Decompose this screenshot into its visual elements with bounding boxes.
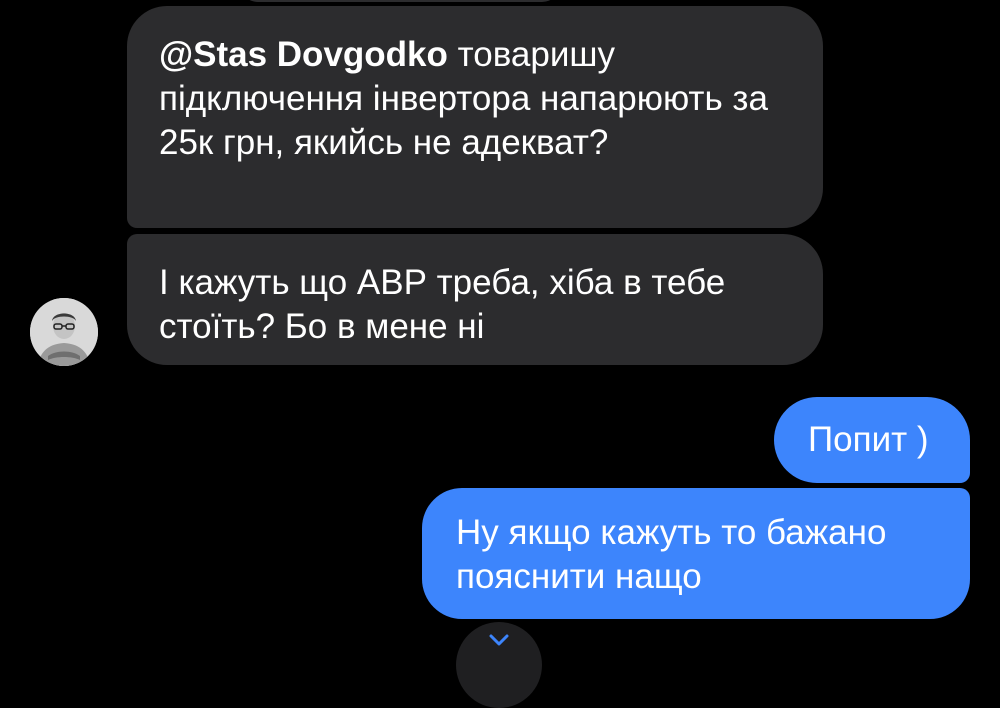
outgoing-message-bubble[interactable]: Попит ) bbox=[774, 397, 970, 483]
message-text: Ну якщо кажуть то бажано пояснити нащо bbox=[456, 513, 887, 596]
sender-avatar[interactable] bbox=[30, 298, 98, 366]
message-text: І кажуть що АВР треба, хіба в тебе стоїт… bbox=[159, 263, 726, 346]
chevron-down-icon bbox=[489, 634, 509, 646]
previous-message-bubble[interactable] bbox=[240, 0, 560, 2]
outgoing-message-bubble[interactable]: Ну якщо кажуть то бажано пояснити нащо bbox=[422, 488, 970, 619]
message-text: Попит ) bbox=[808, 420, 929, 459]
incoming-message-bubble[interactable]: І кажуть що АВР треба, хіба в тебе стоїт… bbox=[127, 234, 823, 365]
user-avatar-icon bbox=[30, 298, 98, 366]
scroll-to-bottom-button[interactable] bbox=[456, 622, 542, 708]
user-mention[interactable]: @Stas Dovgodko bbox=[159, 35, 448, 74]
incoming-message-bubble[interactable]: @Stas Dovgodko товаришу підключення інве… bbox=[127, 6, 823, 228]
